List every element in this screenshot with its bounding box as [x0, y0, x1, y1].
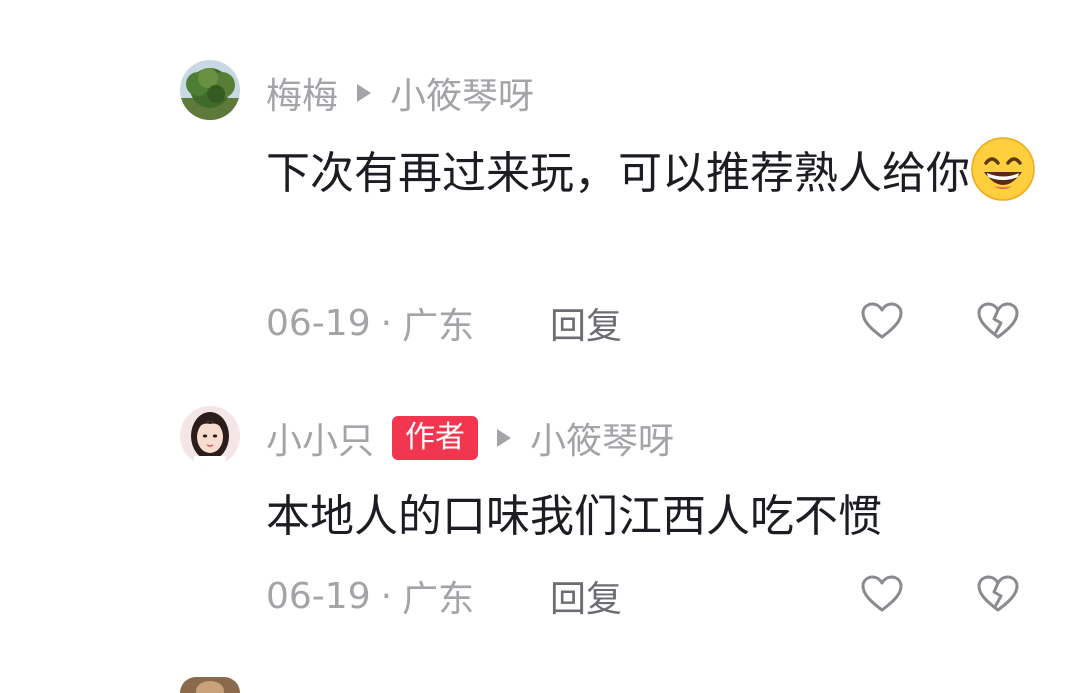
- comment-header: 小小只 作者 小筱琴呀: [266, 413, 674, 463]
- comment-location: 广东: [402, 579, 475, 620]
- partial-avatar-image: [180, 677, 240, 693]
- avatar[interactable]: [180, 677, 240, 693]
- meta-separator: ·: [380, 302, 393, 344]
- broken-heart-icon[interactable]: [976, 574, 1020, 614]
- heart-outline-icon[interactable]: [860, 574, 904, 614]
- broken-heart-icon[interactable]: [976, 301, 1020, 341]
- comment-date: 06-19: [266, 302, 371, 344]
- reply-to-username[interactable]: 小筱琴呀: [530, 412, 674, 464]
- comment-location: 广东: [402, 306, 475, 347]
- comment-text-content: 本地人的口味我们江西人吃不惯: [266, 491, 882, 542]
- reply-button[interactable]: 回复: [550, 571, 622, 621]
- avatar[interactable]: [180, 406, 240, 466]
- username[interactable]: 梅梅: [266, 67, 338, 119]
- heart-outline-icon[interactable]: [860, 301, 904, 341]
- comment-meta: 06-19 · 广东: [266, 298, 474, 348]
- username[interactable]: 小小只: [266, 412, 374, 464]
- meta-separator: ·: [380, 575, 393, 617]
- avatar[interactable]: [180, 60, 240, 120]
- comment-text: 本地人的口味我们江西人吃不惯: [266, 483, 1056, 551]
- play-arrow-icon: [496, 428, 512, 448]
- girl-portrait-avatar-image: [180, 406, 240, 466]
- comment-text: 下次有再过来玩，可以推荐熟人给你: [266, 136, 1056, 208]
- reply-to-username[interactable]: 小筱琴呀: [390, 67, 534, 119]
- comment-text-content: 下次有再过来玩，可以推荐熟人给你: [266, 148, 970, 199]
- tree-avatar-image: [180, 60, 240, 120]
- reply-button[interactable]: 回复: [550, 298, 622, 348]
- comment-meta: 06-19 · 广东: [266, 571, 474, 621]
- comment-date: 06-19: [266, 575, 371, 617]
- grinning-emoji-icon: [970, 136, 1036, 202]
- author-badge: 作者: [392, 416, 479, 460]
- comment-header: 梅梅 小筱琴呀: [266, 68, 534, 118]
- play-arrow-icon: [356, 83, 372, 103]
